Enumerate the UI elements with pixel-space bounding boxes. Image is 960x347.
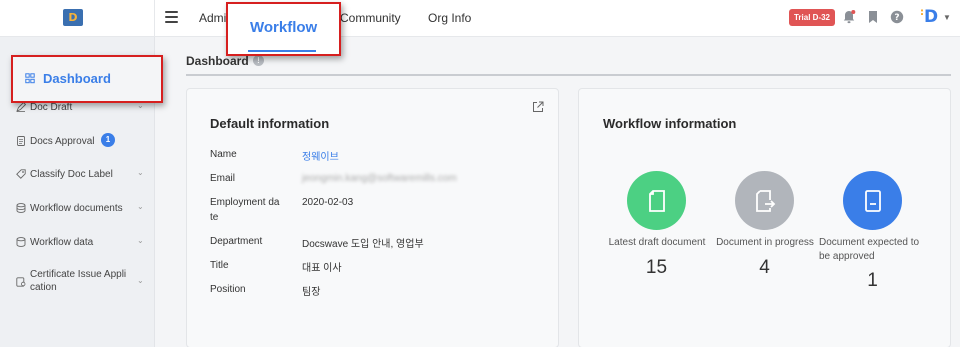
nav-community[interactable]: Community (340, 0, 401, 37)
sidebar-item-workflow-data[interactable]: Workflow data ⌄ (0, 232, 155, 254)
workflow-information-title: Workflow information (603, 116, 737, 131)
page-title: Dashboard (186, 54, 249, 68)
expected-approval-count[interactable]: 1 (843, 270, 902, 292)
sidebar-item-label: Dashboard (43, 71, 111, 86)
document-icon (17, 136, 25, 146)
sidebar-item-label: Classify Doc Label (30, 169, 113, 180)
sidebar-item-label-line1: Certificate Issue Appli (30, 269, 127, 280)
nav-workflow-label: Workflow (250, 19, 318, 36)
chevron-down-icon[interactable]: ▼ (943, 13, 951, 22)
certificate-icon (16, 277, 26, 287)
sidebar-item-docs-approval[interactable]: Docs Approval (0, 131, 155, 153)
in-progress-circle[interactable] (735, 171, 794, 230)
document-forward-icon (755, 189, 775, 212)
sidebar-item-classify-doc-label[interactable]: Classify Doc Label ⌄ (0, 164, 155, 186)
field-value-employment-date: 2020-02-03 (302, 197, 354, 208)
tag-icon (16, 169, 26, 179)
menu-toggle-icon[interactable] (165, 11, 178, 24)
sidebar-item-label: Docs Approval (30, 136, 95, 147)
help-icon[interactable]: ? (889, 9, 905, 25)
field-label-position: Position (210, 284, 246, 295)
field-value-position: 팀장 (302, 287, 321, 298)
svg-text:?: ? (894, 13, 899, 23)
field-label-employment-date-line1: Employment da (210, 197, 280, 208)
field-value-title: 대표 이사 (302, 263, 342, 274)
expected-approval-label-line2: be approved (819, 251, 875, 262)
logo-area: D (0, 0, 155, 37)
app-logo[interactable]: D (63, 9, 83, 26)
trial-badge[interactable]: Trial D-32 (789, 9, 835, 26)
info-icon[interactable]: ! (253, 55, 264, 66)
stack-icon (16, 203, 26, 213)
brand-letter: D (924, 7, 939, 27)
chevron-down-icon: ⌄ (137, 202, 144, 211)
in-progress-label: Document in progress (716, 237, 814, 248)
bookmark-icon[interactable] (865, 9, 881, 25)
chevron-down-icon: ⌄ (137, 276, 144, 285)
field-label-email: Email (210, 173, 236, 184)
field-value-email: jeongmin.kang@softwaremills.com (302, 173, 457, 184)
field-label-employment-date-line2: te (210, 212, 219, 223)
sidebar-item-workflow-documents[interactable]: Workflow documents ⌄ (0, 198, 155, 220)
nav-workflow[interactable]: Workflow (226, 2, 341, 56)
sidebar-item-dashboard[interactable]: Dashboard (11, 55, 163, 103)
draft-document-icon (648, 189, 665, 212)
default-information-title: Default information (210, 116, 330, 131)
external-link-icon[interactable] (532, 101, 544, 113)
pen-icon (16, 102, 26, 112)
field-label-title: Title (210, 260, 229, 271)
latest-draft-count[interactable]: 15 (627, 257, 686, 279)
field-value-department: Docswave 도입 안내, 영업부 (302, 239, 424, 250)
expected-approval-circle[interactable] (843, 171, 902, 230)
brand-menu[interactable]: :D (920, 7, 938, 27)
in-progress-count[interactable]: 4 (735, 257, 794, 279)
field-label-department: Department (210, 236, 263, 247)
latest-draft-circle[interactable] (627, 171, 686, 230)
dashboard-icon (25, 73, 35, 84)
bell-icon[interactable] (841, 9, 857, 25)
chevron-down-icon: ⌄ (137, 168, 144, 177)
chevron-down-icon: ⌄ (137, 236, 144, 245)
database-icon (16, 237, 26, 247)
active-tab-underline (248, 50, 316, 52)
sidebar-item-certificate-issue[interactable]: Certificate Issue Appli cation ⌄ (0, 266, 155, 300)
sidebar-item-label-line2: cation (30, 282, 57, 293)
field-label-name: Name (210, 149, 237, 160)
expected-approval-label-line1: Document expected to (819, 237, 920, 248)
nav-org-info[interactable]: Org Info (428, 0, 471, 37)
approval-document-icon (864, 189, 881, 212)
sidebar-item-label: Workflow documents (30, 203, 123, 214)
field-value-name[interactable]: 정웨이브 (302, 148, 339, 163)
title-divider (186, 74, 951, 76)
app-root: D Admin Community Org Info Trial D-32 ? … (0, 0, 960, 347)
latest-draft-label: Latest draft document (608, 237, 706, 248)
approval-count-badge: 1 (101, 133, 115, 147)
sidebar-item-label: Doc Draft (30, 102, 73, 113)
logo-letter: D (68, 11, 78, 24)
sidebar-item-label: Workflow data (30, 237, 94, 248)
top-bar: D Admin Community Org Info Trial D-32 ? … (0, 0, 960, 37)
